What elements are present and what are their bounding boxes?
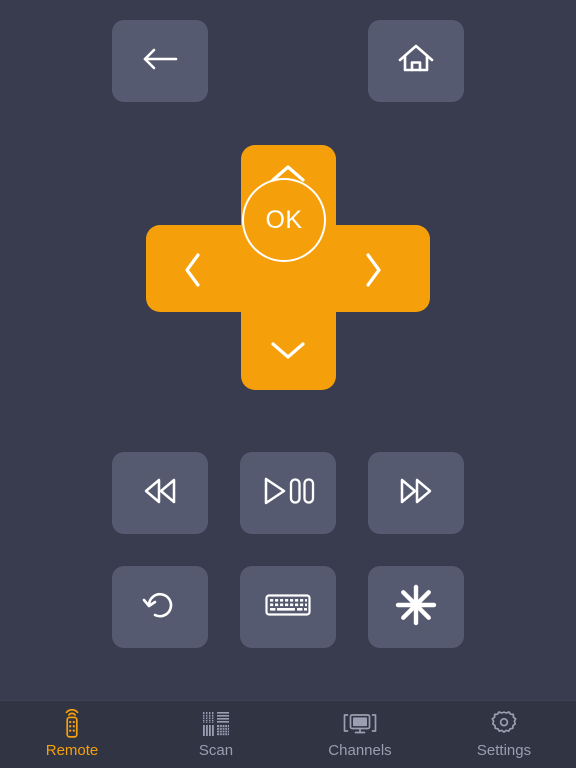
tab-bar: Remote Scan Channels Settings [0, 700, 576, 768]
rewind-icon [136, 474, 184, 513]
dpad-down-button[interactable] [241, 312, 336, 390]
options-button[interactable] [368, 566, 464, 648]
tab-settings[interactable]: Settings [432, 701, 576, 768]
keyboard-button[interactable] [240, 566, 336, 648]
dpad-right-button[interactable] [335, 225, 430, 312]
gear-icon [489, 709, 519, 739]
scan-grid-icon [201, 709, 231, 739]
dpad-left-button[interactable] [146, 225, 241, 312]
instant-replay-button[interactable] [112, 566, 208, 648]
keyboard-icon [264, 588, 312, 627]
tab-remote-label: Remote [45, 742, 99, 759]
play-pause-button[interactable] [240, 452, 336, 534]
tab-settings-label: Settings [476, 742, 532, 759]
remote-control-icon [59, 709, 85, 739]
tab-remote[interactable]: Remote [0, 701, 144, 768]
fast-forward-icon [392, 474, 440, 513]
tab-channels-label: Channels [328, 742, 392, 759]
replay-icon [139, 584, 181, 631]
tab-scan[interactable]: Scan [144, 701, 288, 768]
home-button[interactable] [368, 20, 464, 102]
dpad-ok-label: OK [265, 205, 303, 234]
tab-scan-label: Scan [198, 742, 234, 759]
home-icon [396, 41, 436, 82]
dpad-ok-button[interactable]: OK [242, 178, 326, 262]
asterisk-icon [394, 583, 438, 632]
dpad: OK [146, 145, 430, 390]
fast-forward-button[interactable] [368, 452, 464, 534]
tv-monitor-icon [342, 709, 378, 739]
back-button[interactable] [112, 20, 208, 102]
rewind-button[interactable] [112, 452, 208, 534]
arrow-left-icon [138, 43, 182, 80]
tab-channels[interactable]: Channels [288, 701, 432, 768]
play-pause-icon [259, 474, 317, 513]
